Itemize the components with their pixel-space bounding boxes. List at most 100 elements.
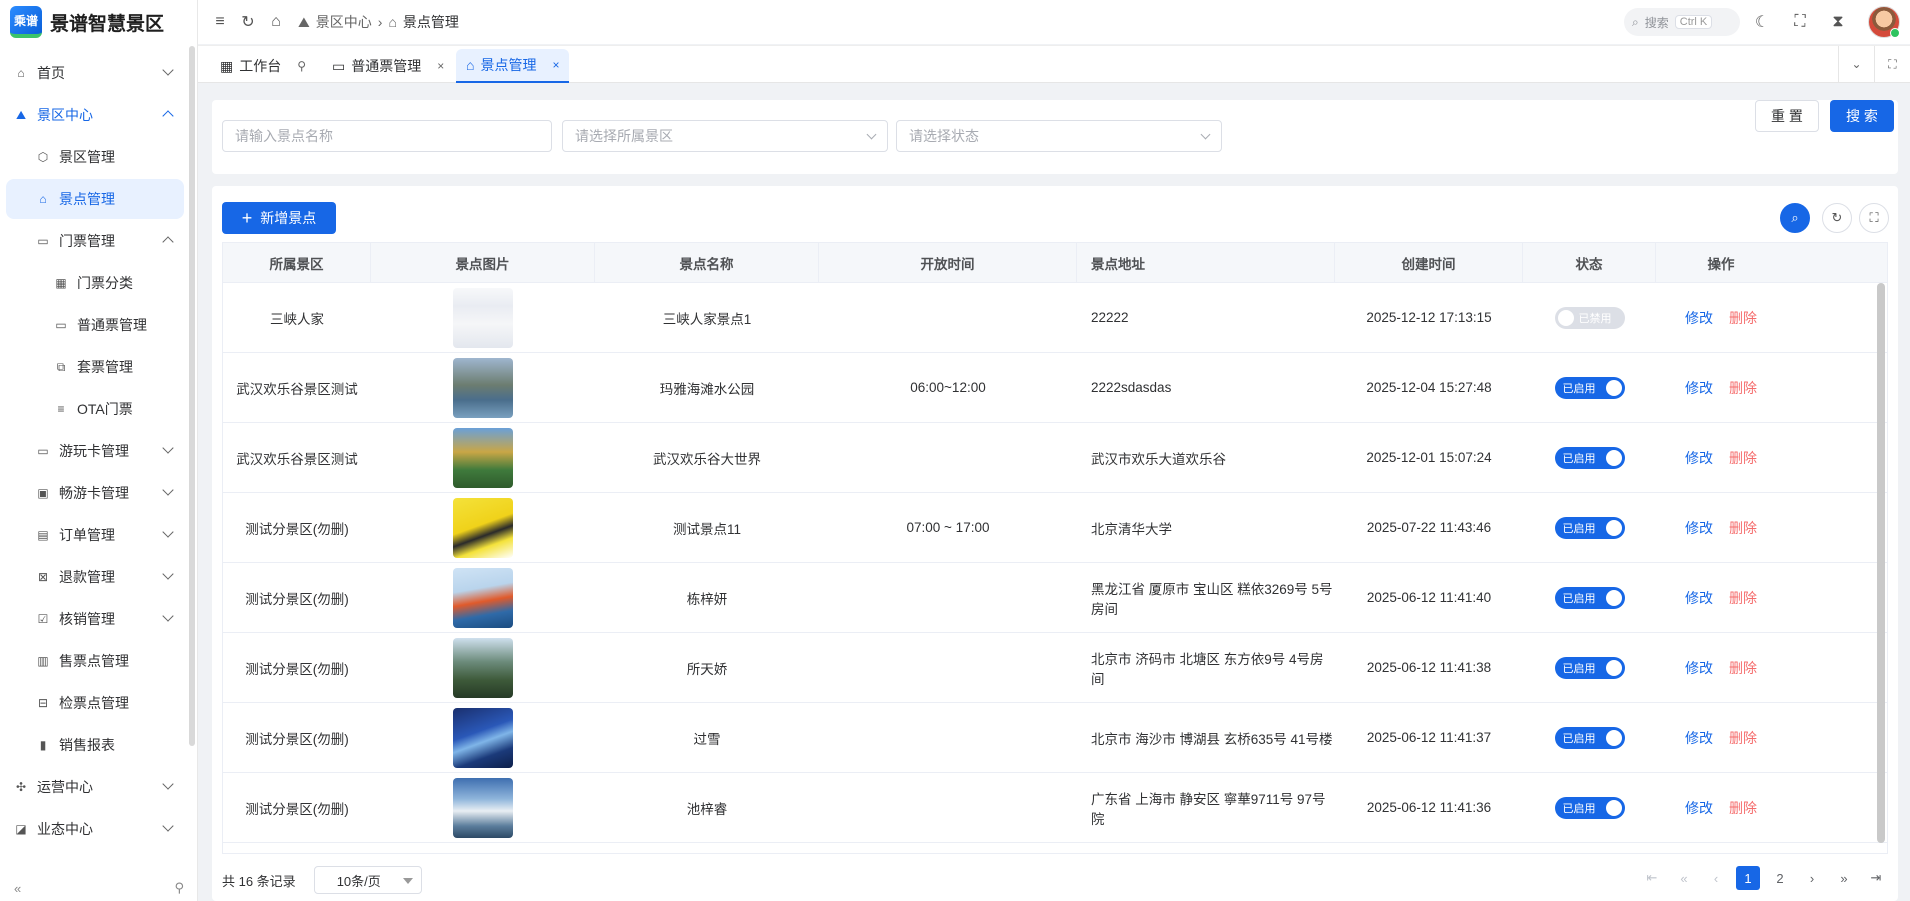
delete-link[interactable]: 删除 <box>1729 588 1757 608</box>
sidebar-item[interactable]: ☑ 核销管理 <box>6 599 184 639</box>
global-search[interactable]: ⌕ 搜索 Ctrl K <box>1624 8 1740 36</box>
sidebar-item[interactable]: ⊠ 退款管理 <box>6 557 184 597</box>
tabs-dropdown-icon[interactable]: ⌄ <box>1838 46 1874 82</box>
status-toggle[interactable]: 已禁用 <box>1554 306 1625 329</box>
prev-group-icon[interactable]: « <box>1672 866 1696 890</box>
table-row[interactable]: 测试分景区(勿删) 所天娇 北京市 济码市 北塘区 东方依9号 4号房间 2025-0… <box>223 633 1887 703</box>
sidebar-item[interactable]: ▥ 售票点管理 <box>6 641 184 681</box>
reset-button[interactable]: 重 置 <box>1755 100 1819 132</box>
refresh-table-icon[interactable]: ↻ <box>1822 203 1852 233</box>
toggle-search-icon[interactable]: ⌕ <box>1780 203 1810 233</box>
home-icon[interactable]: ⌂ <box>262 8 290 36</box>
spot-thumbnail[interactable] <box>453 637 513 698</box>
spot-thumbnail[interactable] <box>453 427 513 488</box>
edit-link[interactable]: 修改 <box>1685 308 1713 328</box>
status-toggle[interactable]: 已启用 <box>1554 516 1625 539</box>
sidebar-item[interactable]: ⊟ 检票点管理 <box>6 683 184 723</box>
tab[interactable]: ▭ 普通票管理 × <box>322 49 454 83</box>
spot-thumbnail[interactable] <box>453 497 513 558</box>
status-select[interactable]: 请选择状态 <box>896 120 1222 152</box>
table-fullscreen-icon[interactable]: ⛶ <box>1859 203 1889 233</box>
sidebar-item[interactable]: ◪ 业态中心 <box>6 809 184 849</box>
spot-thumbnail[interactable] <box>453 567 513 628</box>
delete-link[interactable]: 删除 <box>1729 448 1757 468</box>
status-toggle[interactable]: 已启用 <box>1554 796 1625 819</box>
table-row[interactable]: 测试分景区(勿删) 栋梓妍 黑龙江省 厦原市 宝山区 糕依3269号 5号房间 202… <box>223 563 1887 633</box>
pin-icon[interactable]: ⚲ <box>174 880 184 896</box>
table-scrollbar[interactable] <box>1877 283 1885 843</box>
sidebar-item[interactable]: ▮ 销售报表 <box>6 725 184 765</box>
spot-thumbnail[interactable] <box>453 357 513 418</box>
sidebar-item[interactable]: ▣ 畅游卡管理 <box>6 473 184 513</box>
spot-thumbnail[interactable] <box>453 777 513 838</box>
edit-link[interactable]: 修改 <box>1685 798 1713 818</box>
page-number[interactable]: 1 <box>1736 866 1760 890</box>
sidebar-item[interactable]: ▭ 门票管理 <box>6 221 184 261</box>
delete-link[interactable]: 删除 <box>1729 518 1757 538</box>
refresh-icon[interactable]: ↻ <box>234 8 262 36</box>
sidebar-item[interactable]: ▭ 游玩卡管理 <box>6 431 184 471</box>
sidebar-item[interactable]: ≡ OTA门票 <box>6 389 184 429</box>
hourglass-icon[interactable]: ⧗ <box>1824 8 1852 36</box>
next-group-icon[interactable]: » <box>1832 866 1856 890</box>
sidebar-item[interactable]: ⬡ 景区管理 <box>6 137 184 177</box>
next-page-icon[interactable]: › <box>1800 866 1824 890</box>
area-select[interactable]: 请选择所属景区 <box>562 120 888 152</box>
delete-link[interactable]: 删除 <box>1729 378 1757 398</box>
tab[interactable]: ▦ 工作台 ⚲ <box>210 49 316 83</box>
page-size-select[interactable]: 10条/页 <box>313 866 422 894</box>
status-toggle[interactable]: 已启用 <box>1554 656 1625 679</box>
delete-link[interactable]: 删除 <box>1729 308 1757 328</box>
table-row[interactable]: 测试分景区(勿删) 过雪 北京市 海沙市 博湖县 玄桥635号 41号楼 2025-0… <box>223 703 1887 773</box>
spot-name-input[interactable]: 请输入景点名称 <box>222 120 552 152</box>
tab[interactable]: ⌂ 景点管理 × <box>456 49 570 83</box>
close-icon[interactable]: × <box>552 58 559 72</box>
app-logo[interactable]: 乘谱 景谱智慧景区 <box>0 0 197 44</box>
user-avatar[interactable] <box>1868 6 1900 38</box>
table-row[interactable]: 测试分景区(勿删) 测试景点11 07:00 ~ 17:00 北京清华大学 2025-0… <box>223 493 1887 563</box>
breadcrumb-item[interactable]: 景区中心 <box>316 12 372 32</box>
sidebar-item[interactable]: ⧉ 套票管理 <box>6 347 184 387</box>
sidebar-item[interactable]: ▤ 订单管理 <box>6 515 184 555</box>
menu-toggle-icon[interactable]: ≡ <box>206 8 234 36</box>
table-row[interactable]: 武汉欢乐谷景区测试 武汉欢乐谷大世界 武汉市欢乐大道欢乐谷 2025-12-01 15… <box>223 423 1887 493</box>
delete-link[interactable]: 删除 <box>1729 728 1757 748</box>
last-page-icon[interactable]: ⇥ <box>1864 866 1888 890</box>
close-icon[interactable]: × <box>437 59 444 73</box>
status-toggle[interactable]: 已启用 <box>1554 446 1625 469</box>
sidebar-item[interactable]: ⌂ 景点管理 <box>6 179 184 219</box>
table-row[interactable]: 三峡人家 三峡人家景点1 22222 2025-12-12 17:13:15 已禁用 修改… <box>223 283 1887 353</box>
search-button[interactable]: 搜 索 <box>1830 100 1894 132</box>
sidebar-item[interactable]: ▭ 普通票管理 <box>6 305 184 345</box>
edit-link[interactable]: 修改 <box>1685 378 1713 398</box>
first-page-icon[interactable]: ⇤ <box>1640 866 1664 890</box>
dark-mode-icon[interactable]: ☾ <box>1748 8 1776 36</box>
delete-link[interactable]: 删除 <box>1729 798 1757 818</box>
sidebar-item[interactable]: ▦ 门票分类 <box>6 263 184 303</box>
edit-link[interactable]: 修改 <box>1685 658 1713 678</box>
status-toggle[interactable]: 已启用 <box>1554 586 1625 609</box>
cell-image <box>371 283 595 352</box>
status-toggle[interactable]: 已启用 <box>1554 726 1625 749</box>
prev-page-icon[interactable]: ‹ <box>1704 866 1728 890</box>
delete-link[interactable]: 删除 <box>1729 658 1757 678</box>
pin-icon[interactable]: ⚲ <box>297 59 306 73</box>
table-row[interactable]: 测试分景区(勿删) 池梓睿 广东省 上海市 静安区 寧華9711号 97号院 2025… <box>223 773 1887 843</box>
sidebar-item[interactable]: ✣ 运营中心 <box>6 767 184 807</box>
spot-thumbnail[interactable] <box>453 287 513 348</box>
sidebar-scrollbar[interactable] <box>189 46 195 746</box>
tabs-fullscreen-icon[interactable]: ⛶ <box>1874 46 1910 82</box>
edit-link[interactable]: 修改 <box>1685 588 1713 608</box>
sidebar-item[interactable]: ⛰ 景区中心 <box>6 95 184 135</box>
add-spot-button[interactable]: + 新增景点 <box>222 202 336 234</box>
page-number[interactable]: 2 <box>1768 866 1792 890</box>
collapse-sidebar-icon[interactable]: « <box>14 881 21 896</box>
edit-link[interactable]: 修改 <box>1685 728 1713 748</box>
fullscreen-icon[interactable]: ⛶ <box>1786 8 1814 36</box>
status-toggle[interactable]: 已启用 <box>1554 376 1625 399</box>
table-row[interactable]: 武汉欢乐谷景区测试 玛雅海滩水公园 06:00~12:00 2222sdasdas 20… <box>223 353 1887 423</box>
sidebar-item[interactable]: ⌂ 首页 <box>6 53 184 93</box>
edit-link[interactable]: 修改 <box>1685 518 1713 538</box>
spot-thumbnail[interactable] <box>453 707 513 768</box>
edit-link[interactable]: 修改 <box>1685 448 1713 468</box>
